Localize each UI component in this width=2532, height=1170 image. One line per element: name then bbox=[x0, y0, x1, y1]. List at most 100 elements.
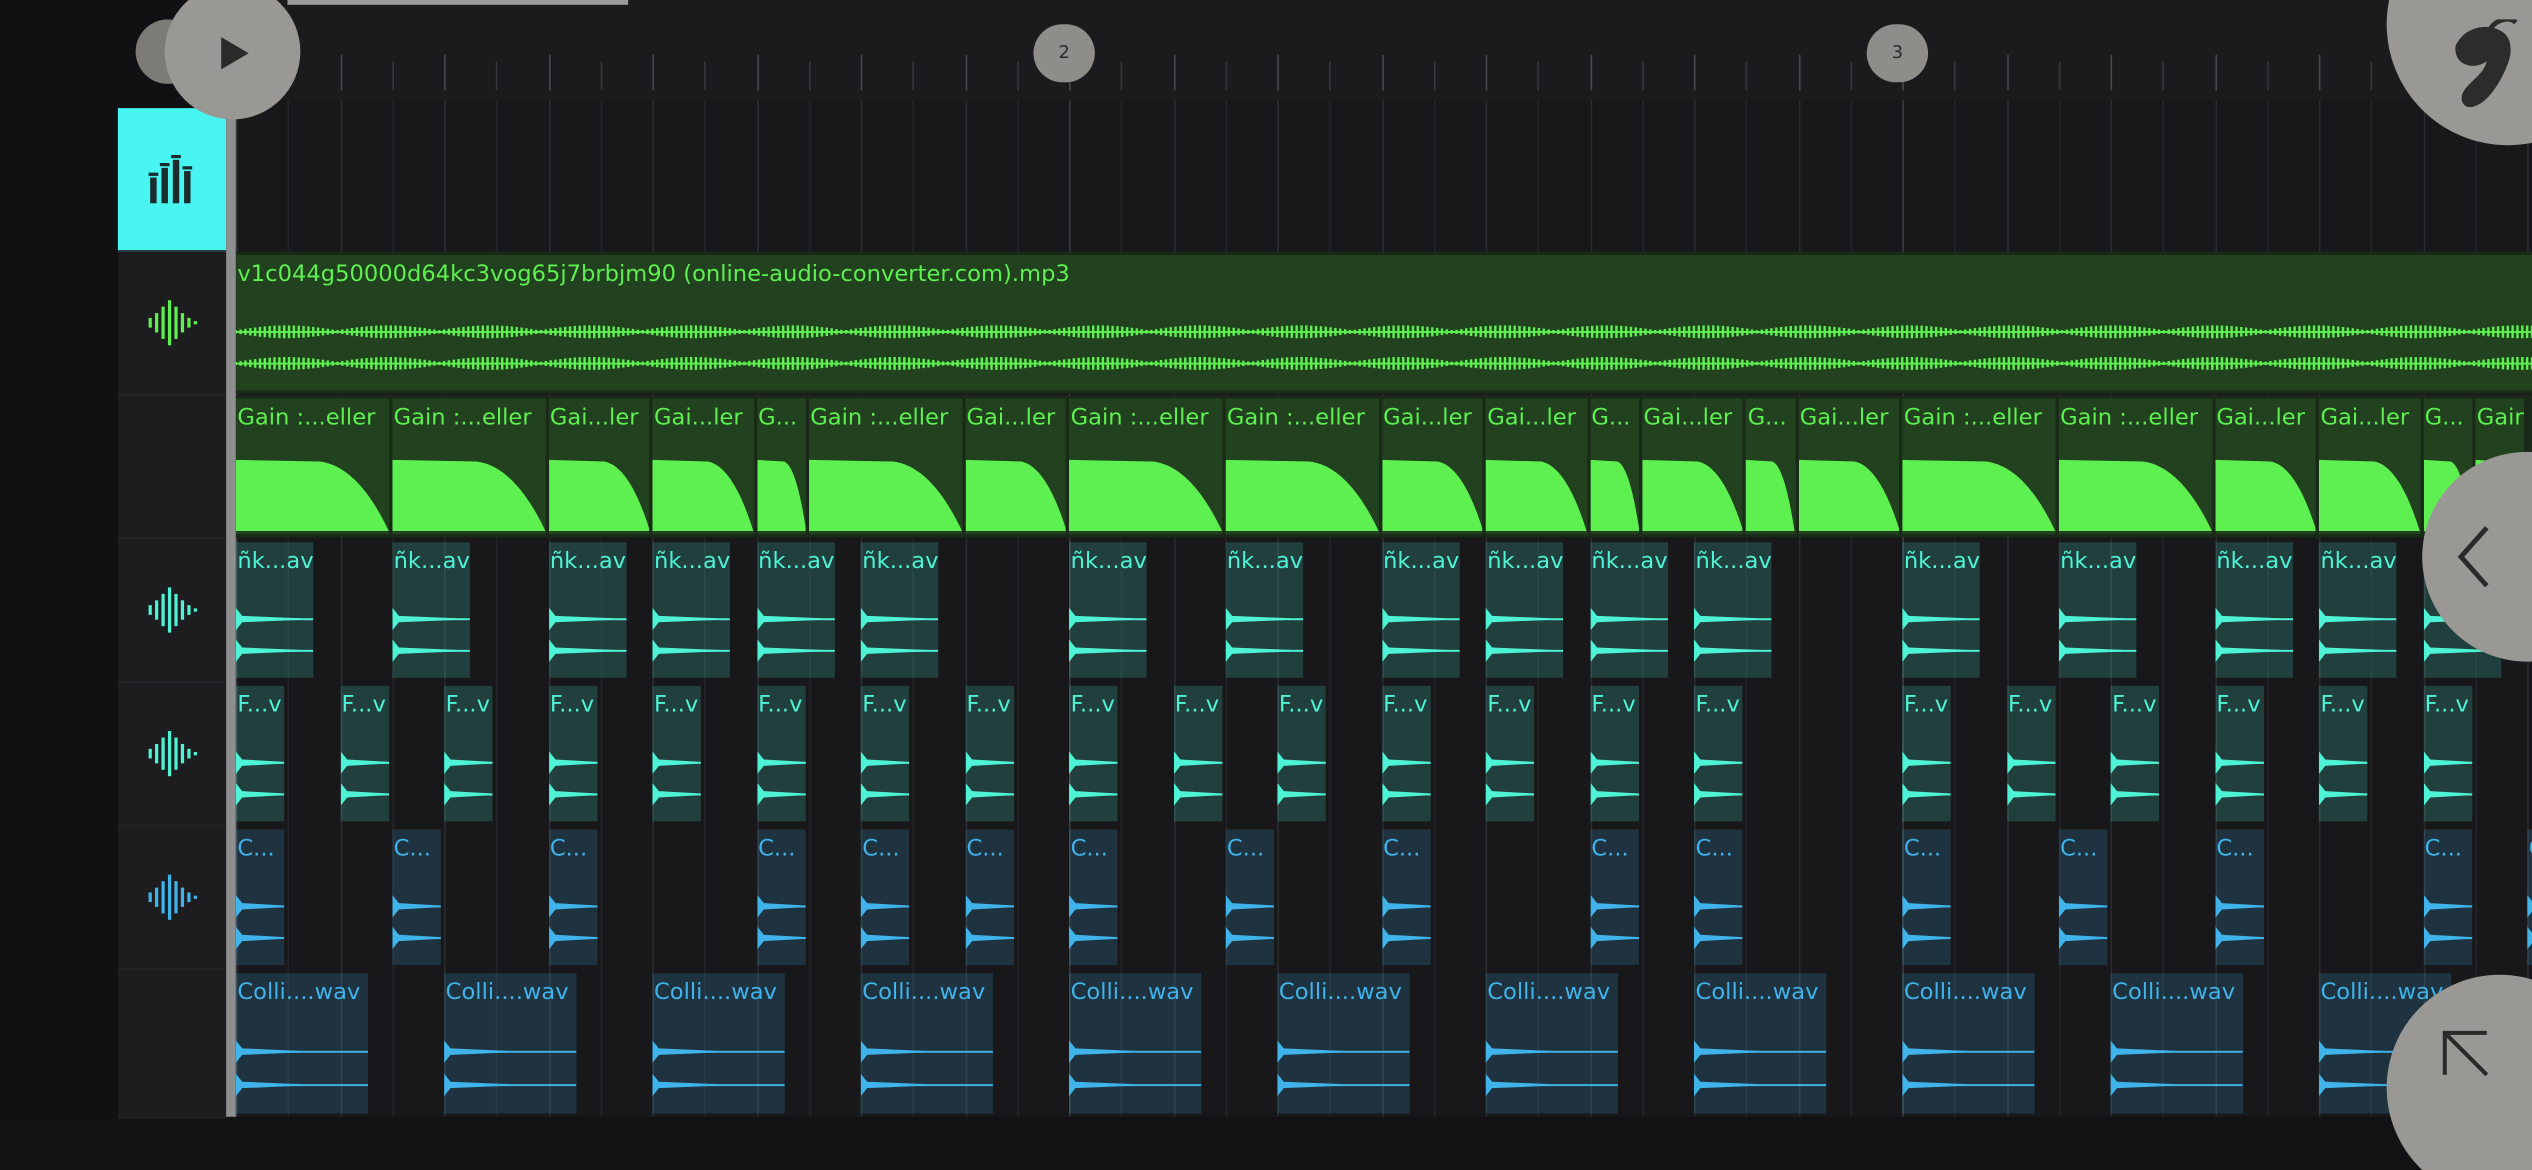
sample-track-1-clip[interactable]: ñk...av bbox=[652, 542, 731, 678]
sample-track-3-clip[interactable]: C... bbox=[964, 829, 1014, 966]
sample-track-2-clip[interactable]: F...v bbox=[548, 685, 598, 822]
sample-track-2-clip[interactable]: F...v bbox=[1381, 685, 1431, 822]
automation-track-clip[interactable]: Gai...ler bbox=[1381, 398, 1483, 535]
audio-track-clip[interactable]: v1c044g50000d64kc3vog65j7brbjm90 (online… bbox=[235, 254, 2532, 391]
waveform bbox=[1589, 751, 1639, 806]
sample-track-4-clip[interactable]: Colli....wav bbox=[1068, 973, 1202, 1114]
scroll-indicator[interactable] bbox=[287, 0, 629, 5]
sample-track-1-clip[interactable]: ñk...av bbox=[1225, 542, 1304, 678]
sample-track-2-clip[interactable]: F...v bbox=[1902, 685, 1952, 822]
sample-track-1-clip[interactable]: ñk...av bbox=[2318, 542, 2397, 678]
sample-track-3-clip[interactable]: C... bbox=[2527, 829, 2532, 966]
sample-track-2-clip[interactable]: F...v bbox=[860, 685, 910, 822]
automation-track-clip[interactable]: G... bbox=[1589, 398, 1639, 535]
sample-track-4-clip[interactable]: Colli....wav bbox=[2110, 973, 2243, 1114]
automation-track-clip[interactable]: Gai...ler bbox=[1485, 398, 1587, 535]
sample-track-2-clip[interactable]: F...v bbox=[1068, 685, 1118, 822]
automation-track-clip[interactable]: Gai...ler bbox=[964, 398, 1066, 535]
automation-track-clip[interactable]: Gai...ler bbox=[1798, 398, 1900, 535]
track-header-5[interactable] bbox=[117, 826, 227, 970]
sample-track-3-clip[interactable]: C... bbox=[1068, 829, 1118, 966]
sample-track-2-clip[interactable]: F...v bbox=[1693, 685, 1743, 822]
sample-track-3-clip[interactable]: C... bbox=[2423, 829, 2472, 966]
sample-track-4-clip[interactable]: Colli....wav bbox=[1485, 973, 1618, 1114]
clip-label: ñk...av bbox=[393, 548, 470, 575]
sample-track-2-clip[interactable]: F...v bbox=[2110, 685, 2160, 822]
sample-track-3-clip[interactable]: C... bbox=[756, 829, 806, 966]
sample-track-1-clip[interactable]: ñk...av bbox=[860, 542, 939, 678]
track-header-2[interactable] bbox=[117, 395, 227, 540]
sample-track-4-clip[interactable]: Colli....wav bbox=[1902, 973, 2035, 1114]
sample-track-1-clip[interactable]: ñk...av bbox=[2214, 542, 2293, 678]
sample-track-1-clip[interactable]: ñk...av bbox=[2058, 542, 2137, 678]
sample-track-1-clip[interactable]: ñk...av bbox=[1485, 542, 1564, 678]
sample-track-2-clip[interactable]: F...v bbox=[652, 685, 702, 822]
automation-track-clip[interactable]: Gai...ler bbox=[652, 398, 754, 535]
automation-track-clip[interactable]: G... bbox=[1746, 398, 1795, 535]
sample-track-2-clip[interactable]: F...v bbox=[339, 685, 389, 822]
sample-track-3-clip[interactable]: C... bbox=[1693, 829, 1743, 966]
sample-track-2-clip[interactable]: F...v bbox=[1277, 685, 1327, 822]
automation-track-clip[interactable]: Gai...ler bbox=[548, 398, 650, 535]
sample-track-3-clip[interactable]: C... bbox=[391, 829, 441, 966]
waveform bbox=[2006, 751, 2056, 806]
track-header-1[interactable] bbox=[117, 252, 227, 396]
sample-track-1-clip[interactable]: ñk...av bbox=[1902, 542, 1981, 678]
sample-track-3-clip[interactable]: C... bbox=[2214, 829, 2264, 966]
sample-track-1-clip[interactable]: ñk...av bbox=[548, 542, 627, 678]
track-header-3[interactable] bbox=[117, 539, 227, 683]
sample-track-1-clip[interactable]: ñk...av bbox=[1381, 542, 1460, 678]
sample-track-1-clip[interactable]: ñk...av bbox=[1068, 542, 1147, 678]
sample-track-1-clip[interactable]: ñk...av bbox=[756, 542, 835, 678]
sample-track-3-clip[interactable]: C... bbox=[1902, 829, 1952, 966]
sample-track-3-clip[interactable]: C... bbox=[860, 829, 910, 966]
automation-track-clip[interactable]: Gain :...eller bbox=[808, 398, 962, 535]
sample-track-2-clip[interactable]: F...v bbox=[2318, 685, 2368, 822]
sample-track-3-clip[interactable]: C... bbox=[1589, 829, 1639, 966]
waveform bbox=[1381, 607, 1460, 662]
sample-track-1-clip[interactable]: ñk...av bbox=[391, 542, 470, 678]
playlist-left-edge[interactable] bbox=[226, 100, 236, 1117]
automation-track-clip[interactable]: Gain :...eller bbox=[1068, 398, 1222, 535]
sample-track-2-clip[interactable]: F...v bbox=[756, 685, 806, 822]
sample-track-2-clip[interactable]: F...v bbox=[964, 685, 1014, 822]
automation-track-clip[interactable]: Gain :...eller bbox=[2058, 398, 2212, 535]
sample-track-3-clip[interactable]: C... bbox=[1225, 829, 1275, 966]
sample-track-3-clip[interactable]: C... bbox=[235, 829, 285, 966]
timeline-ruler[interactable]: 2 3 bbox=[226, 0, 2532, 101]
sample-track-2-clip[interactable]: F...v bbox=[2006, 685, 2056, 822]
mixer-button[interactable] bbox=[117, 108, 227, 252]
sample-track-4-clip[interactable]: Colli....wav bbox=[652, 973, 785, 1114]
sample-track-1-clip[interactable]: ñk...av bbox=[1589, 542, 1668, 678]
sample-track-2-clip[interactable]: F...v bbox=[2214, 685, 2264, 822]
sample-track-3-clip[interactable]: C... bbox=[1381, 829, 1431, 966]
automation-track-clip[interactable]: Gai...ler bbox=[2214, 398, 2316, 535]
automation-track-clip[interactable]: G... bbox=[756, 398, 806, 535]
automation-track-clip[interactable]: Gain :...eller bbox=[1902, 398, 2056, 535]
sample-track-1-clip[interactable]: ñk...av bbox=[235, 542, 314, 678]
sample-track-2-clip[interactable]: F...v bbox=[235, 685, 285, 822]
bar-marker-3[interactable]: 3 bbox=[1866, 24, 1929, 83]
track-header-6[interactable] bbox=[117, 970, 227, 1119]
sample-track-4-clip[interactable]: Colli....wav bbox=[444, 973, 577, 1114]
sample-track-4-clip[interactable]: Colli....wav bbox=[1693, 973, 1827, 1114]
automation-track-clip[interactable]: Gain :...eller bbox=[391, 398, 545, 535]
automation-track-clip[interactable]: Gain :...eller bbox=[1225, 398, 1379, 535]
sample-track-3-clip[interactable]: C... bbox=[2058, 829, 2108, 966]
sample-track-4-clip[interactable]: Colli....wav bbox=[1277, 973, 1410, 1114]
sample-track-2-clip[interactable]: F...v bbox=[2423, 685, 2472, 822]
track-header-4[interactable] bbox=[117, 683, 227, 827]
automation-track-clip[interactable]: Gain :...eller bbox=[235, 398, 389, 535]
bar-marker-2[interactable]: 2 bbox=[1033, 24, 1095, 83]
sample-track-1-clip[interactable]: ñk...av bbox=[1693, 542, 1772, 678]
sample-track-2-clip[interactable]: F...v bbox=[1173, 685, 1222, 822]
automation-track-clip[interactable]: Gai...ler bbox=[1641, 398, 1743, 535]
sample-track-4-clip[interactable]: Colli....wav bbox=[860, 973, 993, 1114]
sample-track-4-clip[interactable]: Colli....wav bbox=[235, 973, 368, 1114]
playlist-tracks[interactable]: v1c044g50000d64kc3vog65j7brbjm90 (online… bbox=[226, 100, 2532, 1117]
sample-track-2-clip[interactable]: F...v bbox=[1485, 685, 1535, 822]
automation-track-clip[interactable]: Gai...ler bbox=[2318, 398, 2420, 535]
sample-track-3-clip[interactable]: C... bbox=[548, 829, 598, 966]
sample-track-2-clip[interactable]: F...v bbox=[444, 685, 493, 822]
sample-track-2-clip[interactable]: F...v bbox=[1589, 685, 1639, 822]
